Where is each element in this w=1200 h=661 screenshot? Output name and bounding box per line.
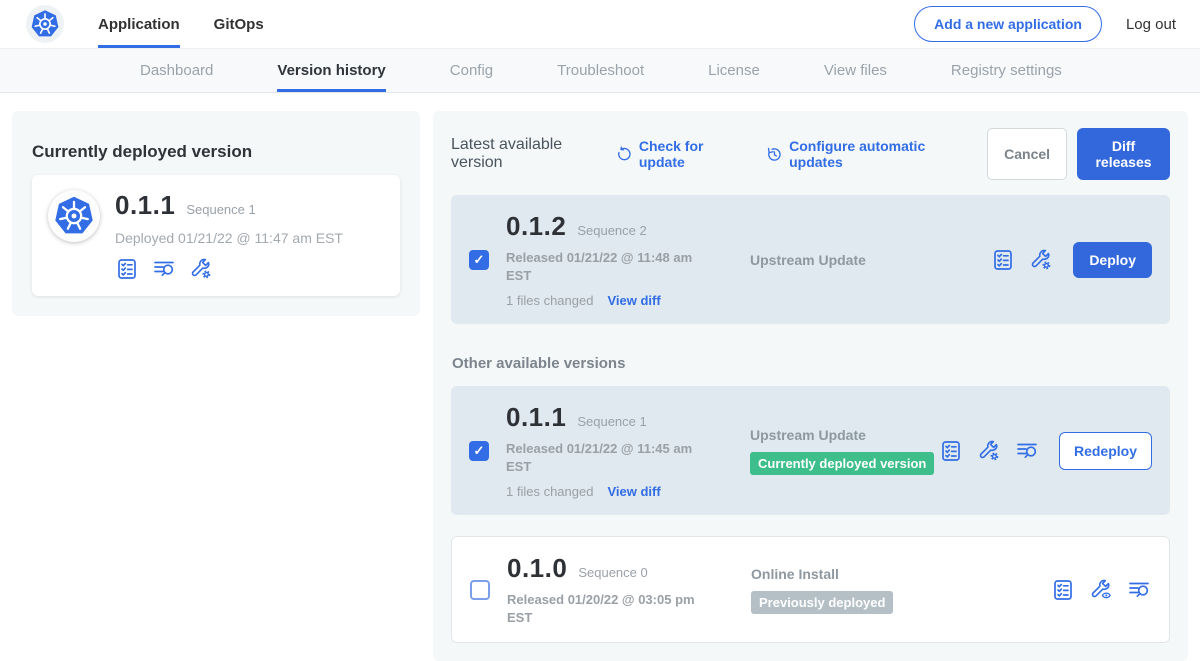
release-notes-icon[interactable]	[991, 248, 1015, 272]
configure-automatic-updates-link[interactable]: Configure automatic updates	[766, 138, 961, 170]
deploy-logs-icon[interactable]	[1127, 578, 1151, 602]
available-versions-panel: Latest available version Check for updat…	[433, 111, 1188, 661]
release-date: Released 01/20/22 @ 03:05 pm EST	[507, 591, 707, 626]
auto-update-icon	[766, 145, 783, 164]
kubernetes-logo[interactable]	[26, 5, 64, 43]
cancel-button[interactable]: Cancel	[987, 128, 1067, 180]
view-diff-link[interactable]: View diff	[607, 293, 660, 308]
version-sequence: Sequence 2	[577, 223, 646, 238]
tab-application[interactable]: Application	[98, 0, 180, 48]
deployed-panel-title: Currently deployed version	[32, 142, 400, 162]
release-notes-icon[interactable]	[939, 439, 963, 463]
configure-updates-label: Configure automatic updates	[789, 138, 961, 170]
app-icon	[48, 190, 100, 242]
subnav-item-troubleshoot[interactable]: Troubleshoot	[557, 49, 644, 92]
available-panel-title: Latest available version	[451, 136, 600, 172]
currently-deployed-badge: Currently deployed version	[750, 452, 934, 475]
add-application-button[interactable]: Add a new application	[914, 6, 1102, 42]
version-card-0-1-0: 0.1.0 Sequence 0 Released 01/20/22 @ 03:…	[451, 536, 1170, 643]
view-config-icon[interactable]	[1089, 578, 1113, 602]
version-number: 0.1.0	[507, 553, 567, 584]
tab-gitops[interactable]: GitOps	[214, 0, 264, 48]
release-notes-icon[interactable]	[1051, 578, 1075, 602]
view-diff-link[interactable]: View diff	[607, 484, 660, 499]
version-number: 0.1.2	[506, 211, 566, 242]
version-sequence: Sequence 0	[578, 565, 647, 580]
edit-config-icon[interactable]	[1029, 248, 1053, 272]
deploy-logs-icon[interactable]	[1015, 439, 1039, 463]
version-card-0-1-2: 0.1.2 Sequence 2 Released 01/21/22 @ 11:…	[451, 195, 1170, 324]
version-checkbox[interactable]	[469, 250, 489, 270]
release-date: Released 01/21/22 @ 11:48 am EST	[506, 249, 706, 284]
release-date: Released 01/21/22 @ 11:45 am EST	[506, 440, 706, 475]
release-notes-icon[interactable]	[115, 257, 139, 281]
files-changed: 1 files changed	[506, 293, 593, 308]
subnav-item-view-files[interactable]: View files	[824, 49, 887, 92]
subnav-item-version-history[interactable]: Version history	[277, 49, 385, 92]
version-source: Upstream Update	[750, 252, 991, 268]
redeploy-button[interactable]: Redeploy	[1059, 432, 1152, 470]
check-for-update-link[interactable]: Check for update	[616, 138, 740, 170]
other-versions-title: Other available versions	[452, 355, 1170, 372]
subnav-item-registry-settings[interactable]: Registry settings	[951, 49, 1062, 92]
deployed-timestamp: Deployed 01/21/22 @ 11:47 am EST	[115, 230, 343, 246]
edit-config-icon[interactable]	[189, 257, 213, 281]
deploy-button[interactable]: Deploy	[1073, 242, 1152, 278]
version-source: Upstream Update	[750, 427, 939, 443]
version-checkbox[interactable]	[470, 580, 490, 600]
subnav-item-config[interactable]: Config	[450, 49, 493, 92]
diff-releases-button[interactable]: Diff releases	[1077, 128, 1170, 180]
deployed-version-card: 0.1.1 Sequence 1 Deployed 01/21/22 @ 11:…	[32, 175, 400, 296]
deploy-logs-icon[interactable]	[152, 257, 176, 281]
check-for-update-label: Check for update	[639, 138, 740, 170]
logout-button[interactable]: Log out	[1126, 16, 1176, 33]
deployed-version-number: 0.1.1	[115, 190, 175, 221]
currently-deployed-panel: Currently deployed version 0.1.1 Sequenc…	[12, 111, 420, 316]
edit-config-icon[interactable]	[977, 439, 1001, 463]
previously-deployed-badge: Previously deployed	[751, 591, 893, 614]
main-content: Currently deployed version 0.1.1 Sequenc…	[0, 93, 1200, 661]
files-changed: 1 files changed	[506, 484, 593, 499]
version-card-0-1-1: 0.1.1 Sequence 1 Released 01/21/22 @ 11:…	[451, 386, 1170, 515]
subnav-item-license[interactable]: License	[708, 49, 760, 92]
subnav-item-dashboard[interactable]: Dashboard	[140, 49, 213, 92]
deployed-sequence-label: Sequence 1	[186, 202, 255, 217]
version-sequence: Sequence 1	[577, 414, 646, 429]
check-update-icon	[616, 145, 633, 164]
version-number: 0.1.1	[506, 402, 566, 433]
version-source: Online Install	[751, 566, 1051, 582]
top-nav: Application GitOps Add a new application…	[0, 0, 1200, 49]
app-subnav: Dashboard Version history Config Trouble…	[0, 49, 1200, 93]
version-checkbox[interactable]	[469, 441, 489, 461]
